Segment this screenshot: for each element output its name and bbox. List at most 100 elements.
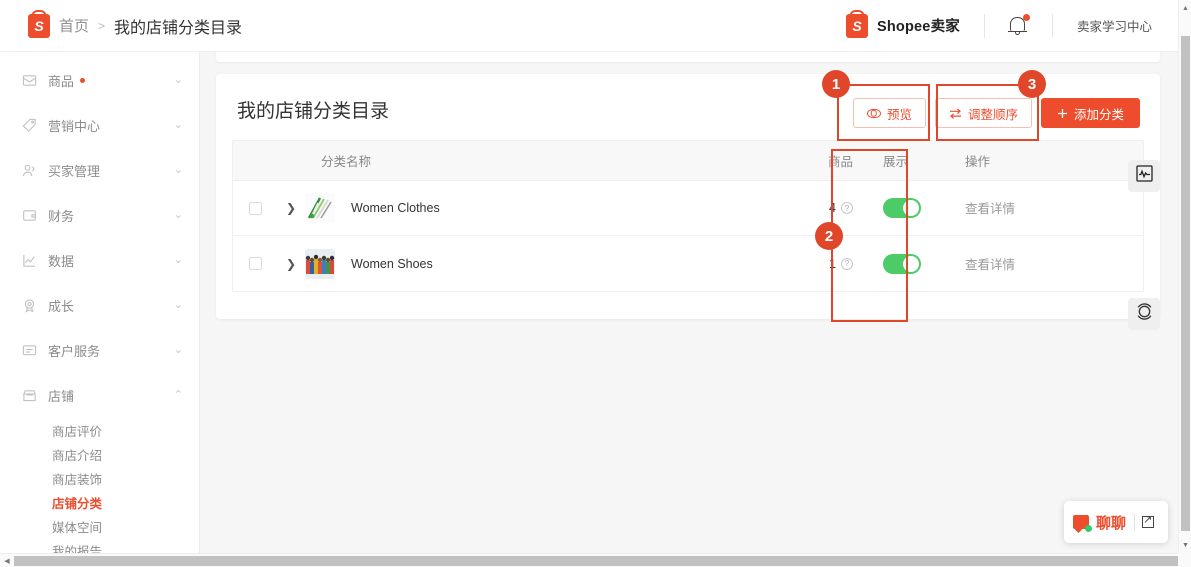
swap-arrows-icon (949, 108, 962, 119)
row-expand-cell: ❯ (277, 202, 305, 214)
chevron-down-icon: ⌄ (173, 254, 183, 266)
chevron-down-icon: ⌄ (173, 344, 183, 356)
scroll-down-arrow[interactable]: ▼ (1179, 537, 1191, 553)
horizontal-scrollbar[interactable]: ◀ (0, 553, 1178, 567)
question-mark-icon[interactable]: ? (841, 202, 853, 214)
chevron-up-icon: ⌃ (173, 389, 183, 401)
sidebar-item-buyers[interactable]: 买家管理 ⌄ (0, 148, 199, 193)
reorder-button-label: 调整顺序 (967, 107, 1018, 122)
medal-icon (22, 298, 37, 313)
row-display-cell (865, 253, 943, 274)
sidebar-subitem-shop-decoration[interactable]: 商店装饰 (0, 466, 199, 490)
row-product-count-cell: 1 ? (745, 257, 865, 271)
sidebar-item-label: 财务 (48, 209, 75, 224)
chat-widget-divider (1134, 513, 1136, 531)
add-category-button[interactable]: 添加分类 (1040, 98, 1140, 128)
top-header-bar: S 首页 > 我的店铺分类目录 S Shopee卖家 卖家学习中心 (0, 0, 1178, 52)
support-float-button[interactable] (1128, 298, 1160, 330)
column-header-products: 商品 (827, 155, 853, 169)
vertical-scrollbar-thumb[interactable] (1181, 36, 1190, 531)
table-row[interactable]: ❯ (233, 181, 1143, 236)
sidebar-subitem-media-space[interactable]: 媒体空间 (0, 514, 199, 538)
sidebar-item-finance[interactable]: 财务 ⌄ (0, 193, 199, 238)
column-header-actions: 操作 (965, 154, 991, 169)
vertical-scrollbar[interactable]: ▲ ▼ (1178, 0, 1191, 553)
shopee-bag-icon: S (28, 13, 50, 38)
table-header-row: 分类名称 商品 展示 操作 (233, 141, 1143, 181)
reorder-button[interactable]: 调整顺序 (934, 98, 1032, 128)
sidebar-subitem-my-reports[interactable]: 我的报告 (0, 538, 199, 554)
chevron-down-icon: ⌄ (173, 209, 183, 221)
row-action-cell: 查看详情 (943, 198, 1143, 218)
breadcrumb-home-link[interactable]: 首页 (59, 15, 89, 36)
main-content-area: 我的店铺分类目录 预览 调整顺序 添加分类 分类名称 商品 展示 操作 ❯ Wo… (200, 52, 1178, 553)
chat-bubble-icon (1073, 515, 1092, 532)
popout-arrow-icon[interactable] (1142, 513, 1155, 528)
plus-icon (1057, 108, 1068, 119)
breadcrumb-separator-icon: > (98, 18, 106, 33)
notification-bell-icon[interactable] (1007, 13, 1030, 37)
chat-widget[interactable]: 聊聊 (1064, 501, 1168, 543)
header-right-group: S Shopee卖家 卖家学习中心 (846, 13, 1152, 38)
page-title: 我的店铺分类目录 (237, 101, 390, 122)
display-toggle[interactable] (883, 198, 921, 218)
row-action-cell: 查看详情 (943, 254, 1143, 274)
card-header: 我的店铺分类目录 预览 调整顺序 添加分类 (216, 74, 1160, 140)
sidebar-item-label: 店铺 (48, 389, 75, 404)
chevron-down-icon: ⌄ (173, 164, 183, 176)
sidebar-item-label: 客户服务 (48, 344, 101, 359)
sidebar-item-data[interactable]: 数据 ⌄ (0, 238, 199, 283)
question-mark-icon[interactable]: ? (841, 257, 853, 270)
row-checkbox[interactable] (248, 201, 262, 215)
sidebar-subitem-shop-intro[interactable]: 商店介绍 (0, 442, 199, 466)
header-divider-1 (983, 13, 985, 38)
chart-line-icon (22, 253, 37, 268)
sidebar-item-label: 营销中心 (48, 119, 101, 134)
header-divider-2 (1051, 13, 1053, 38)
chevron-down-icon: ⌄ (173, 299, 183, 311)
shop-categories-card: 我的店铺分类目录 预览 调整顺序 添加分类 分类名称 商品 展示 操作 ❯ Wo… (216, 74, 1160, 319)
sidebar-item-shop[interactable]: 店铺 ⌃ (0, 373, 199, 418)
chevron-right-icon[interactable]: ❯ (286, 202, 296, 214)
sidebar-item-label: 数据 (48, 254, 75, 269)
column-header-name: 分类名称 (321, 155, 372, 169)
sidebar-nav: 商品 ⌄ 营销中心 ⌄ 买家管理 ⌄ 财务 ⌄ 数据 ⌄ 成长 ⌄ 客户服务 ⌄… (0, 52, 200, 553)
seller-shopee-bag-icon: S (846, 13, 868, 38)
sidebar-item-customer-service[interactable]: 客户服务 ⌄ (0, 328, 199, 373)
partial-card-above (216, 52, 1160, 62)
horizontal-scrollbar-thumb[interactable] (14, 556, 1178, 566)
chevron-right-icon[interactable]: ❯ (286, 258, 296, 270)
notification-badge-dot (1022, 13, 1030, 21)
sidebar-item-label: 成长 (48, 299, 75, 314)
sidebar-subitem-shop-categories[interactable]: 店铺分类 (0, 490, 199, 514)
tag-icon (22, 118, 37, 133)
preview-button[interactable]: 预览 (852, 98, 926, 128)
users-icon (22, 163, 37, 178)
box-icon (22, 73, 37, 88)
sidebar-item-marketing[interactable]: 营销中心 ⌄ (0, 103, 199, 148)
sidebar-subitem-shop-rating[interactable]: 商店评价 (0, 418, 199, 442)
categories-table: 分类名称 商品 展示 操作 ❯ Women Clothes 4 ? 查看详情 ❯… (232, 140, 1144, 292)
view-detail-link[interactable]: 查看详情 (965, 202, 1015, 216)
table-row[interactable]: ❯ (233, 236, 1143, 291)
view-detail-link[interactable]: 查看详情 (965, 258, 1015, 272)
analytics-float-button[interactable] (1128, 160, 1160, 192)
seller-learning-center-link[interactable]: 卖家学习中心 (1077, 16, 1152, 35)
scroll-up-arrow[interactable]: ▲ (1179, 0, 1191, 16)
seller-account-name: Shopee卖家 (877, 19, 960, 35)
display-toggle[interactable] (883, 253, 921, 274)
women-shoes-thumb (305, 248, 335, 279)
scroll-left-arrow[interactable]: ◀ (0, 554, 14, 567)
women-clothes-thumb (305, 193, 335, 223)
row-product-count-cell: 4 ? (745, 201, 865, 215)
scrollbar-corner (1178, 553, 1191, 567)
sidebar-item-products[interactable]: 商品 ⌄ (0, 58, 199, 103)
add-category-button-label: 添加分类 (1073, 107, 1124, 122)
sidebar-new-dot (80, 78, 86, 83)
row-checkbox-cell (233, 201, 277, 215)
breadcrumb: S 首页 > 我的店铺分类目录 (28, 13, 243, 38)
chevron-down-icon: ⌄ (173, 119, 183, 131)
breadcrumb-current-page: 我的店铺分类目录 (114, 19, 243, 37)
sidebar-item-growth[interactable]: 成长 ⌄ (0, 283, 199, 328)
row-checkbox[interactable] (248, 257, 262, 270)
